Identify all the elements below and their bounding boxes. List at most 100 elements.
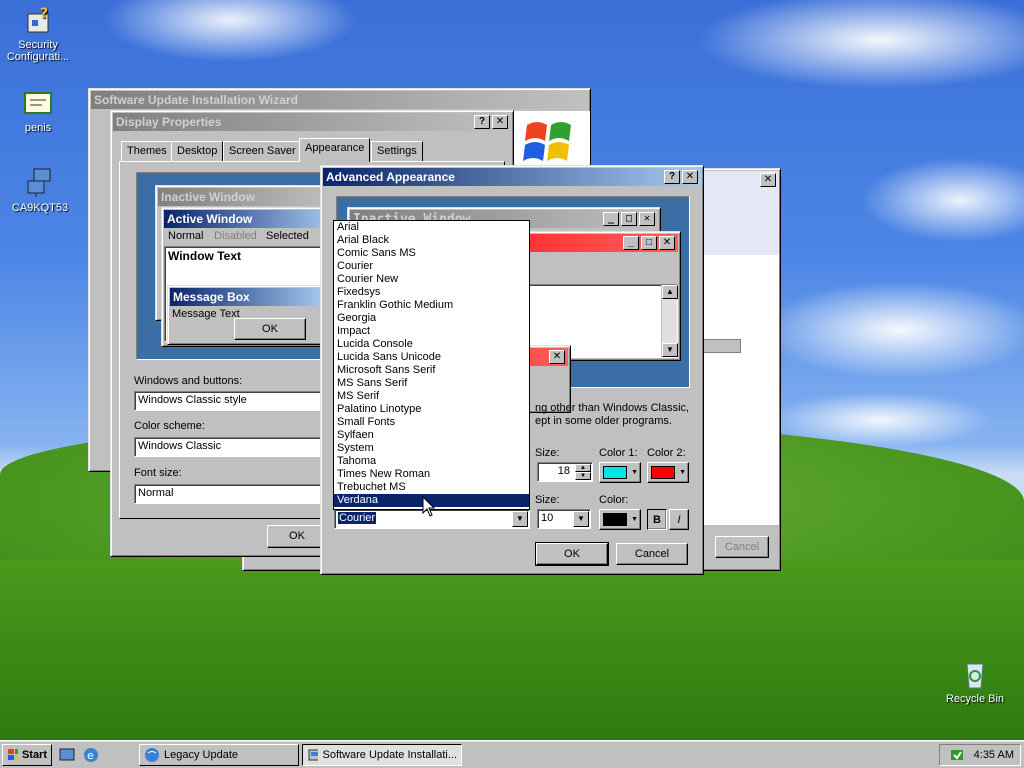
font-dropdown-list[interactable]: Arial Arial Black Comic Sans MS Courier Cour… [333,220,530,510]
font-list-item[interactable]: Franklin Gothic Medium [334,299,529,312]
color-scheme-value: Windows Classic [138,440,222,452]
close-icon: ✕ [659,236,675,250]
tab-themes[interactable]: Themes [121,141,173,162]
font-list-item[interactable]: Microsoft Sans Serif [334,364,529,377]
item-size-spinner[interactable]: 18 ▲ ▼ [537,462,593,482]
desktop-icon-security-config[interactable]: ? Security Configurati... [0,4,76,63]
color1-button[interactable]: ▼ [599,462,641,483]
advanced-info-line1: ng other than Windows Classic, [535,402,690,414]
windows-buttons-select[interactable]: Windows Classic style [134,391,330,411]
font-list-item[interactable]: Fixedsys [334,286,529,299]
preview-inactive-title: Inactive Window [161,190,255,204]
bold-toggle[interactable]: B [647,509,667,530]
quicklaunch-desktop-icon[interactable] [58,746,76,764]
font-list-item[interactable]: Impact [334,325,529,338]
advanced-appearance-titlebar[interactable]: Advanced Appearance ? ✕ [323,168,701,186]
font-list-item[interactable]: Tahoma [334,455,529,468]
chevron-down-icon[interactable]: ▼ [512,511,528,527]
clock[interactable]: 4:35 AM [974,749,1014,761]
maximize-icon: □ [641,236,657,250]
color2-button[interactable]: ▼ [647,462,689,483]
preview-inactive-titlebar: Inactive Window [158,188,334,206]
appearance-preview: Inactive Window Active Window Normal Dis… [136,172,337,360]
preview-menu-normal: Normal [168,230,204,242]
desktop-grass [0,560,1024,740]
security-config-icon: ? [22,4,54,36]
font-color-label: Color: [599,494,629,506]
font-list-item[interactable]: Lucida Console [334,338,529,351]
preview-menu-disabled: Disabled [214,230,257,242]
font-list-item[interactable]: Arial Black [334,234,529,247]
font-list-item[interactable]: Trebuchet MS [334,481,529,494]
tab-settings[interactable]: Settings [371,141,423,162]
font-list-item[interactable]: Sylfaen [334,429,529,442]
preview-msgbox-ok-button: OK [234,318,306,340]
advanced-cancel-button[interactable]: Cancel [616,543,688,565]
font-list-item[interactable]: System [334,442,529,455]
font-list-item[interactable]: Small Fonts [334,416,529,429]
help-button[interactable]: ? [664,170,680,184]
close-button[interactable]: ✕ [682,170,698,184]
advanced-appearance-title: Advanced Appearance [326,170,455,184]
font-list-item[interactable]: Arial [334,221,529,234]
tab-screen-saver[interactable]: Screen Saver [223,141,302,162]
preview-msgbox-titlebar: Message Box [170,288,324,306]
minimize-icon: _ [603,212,619,226]
start-label: Start [21,749,47,761]
font-list-item[interactable]: Times New Roman [334,468,529,481]
advanced-ok-button[interactable]: OK [535,542,609,566]
svg-text:?: ? [40,6,48,22]
font-size-select[interactable]: Normal [134,484,330,504]
tab-appearance[interactable]: Appearance [299,138,371,162]
chevron-down-icon[interactable]: ▼ [573,511,589,527]
display-properties-titlebar[interactable]: Display Properties ? ✕ [113,113,511,131]
font-color-button[interactable]: ▼ [599,509,641,530]
setup-icon [308,749,319,761]
italic-toggle[interactable]: I [669,509,689,530]
spin-up-icon[interactable]: ▲ [575,464,591,472]
font-list-item[interactable]: MS Sans Serif [334,377,529,390]
wizard-progress-bar [703,339,741,353]
tab-desktop[interactable]: Desktop [171,141,224,162]
task-label: Software Update Installati... [322,749,457,761]
display-properties-title: Display Properties [116,115,222,129]
desktop-icon-ca9kqt53[interactable]: CA9KQT53 [2,167,78,214]
font-list-item[interactable]: MS Serif [334,390,529,403]
spin-down-icon[interactable]: ▼ [575,472,591,480]
close-button[interactable]: ✕ [492,115,508,129]
preview-msgbox-text: Message Text [172,308,240,320]
wizard-cancel-button[interactable]: Cancel [715,536,769,558]
task-label: Legacy Update [164,749,238,761]
font-select-value: Courier [336,511,378,525]
chevron-down-icon: ▼ [679,469,686,476]
font-size-label: Size: [535,494,560,506]
font-size-select[interactable]: 10 ▼ [537,509,591,529]
help-button[interactable]: ? [474,115,490,129]
mouse-cursor-icon [422,496,436,517]
desktop-icon-recycle-bin[interactable]: Recycle Bin [937,658,1013,705]
font-list-item[interactable]: Lucida Sans Unicode [334,351,529,364]
font-list-item[interactable]: Palatino Linotype [334,403,529,416]
font-list-item[interactable]: Courier [334,260,529,273]
wizard-title: Software Update Installation Wizard [94,93,298,107]
wizard-close-button[interactable]: ✕ [760,173,776,187]
windows-flag-icon [8,749,18,760]
task-software-update[interactable]: Software Update Installati... [302,744,462,766]
color-scheme-select[interactable]: Windows Classic [134,437,330,457]
font-list-item[interactable]: Courier New [334,273,529,286]
recycle-bin-icon [959,658,991,690]
display-properties-ok-button[interactable]: OK [267,525,327,548]
chevron-down-icon: ▼ [631,469,638,476]
start-button[interactable]: Start [2,744,52,766]
wizard-titlebar[interactable]: Software Update Installation Wizard [91,91,588,109]
tray-update-icon[interactable] [950,748,964,762]
quicklaunch-ie-icon[interactable]: e [82,746,100,764]
preview-active-titlebar: Active Window [164,210,334,228]
desktop-icon-label: CA9KQT53 [11,202,69,214]
desktop-icon-label: Security Configurati... [6,39,70,63]
desktop-icon-penis[interactable]: penis [0,87,76,134]
svg-text:e: e [87,749,94,762]
task-legacy-update[interactable]: Legacy Update [139,744,299,766]
font-list-item[interactable]: Comic Sans MS [334,247,529,260]
font-list-item[interactable]: Georgia [334,312,529,325]
